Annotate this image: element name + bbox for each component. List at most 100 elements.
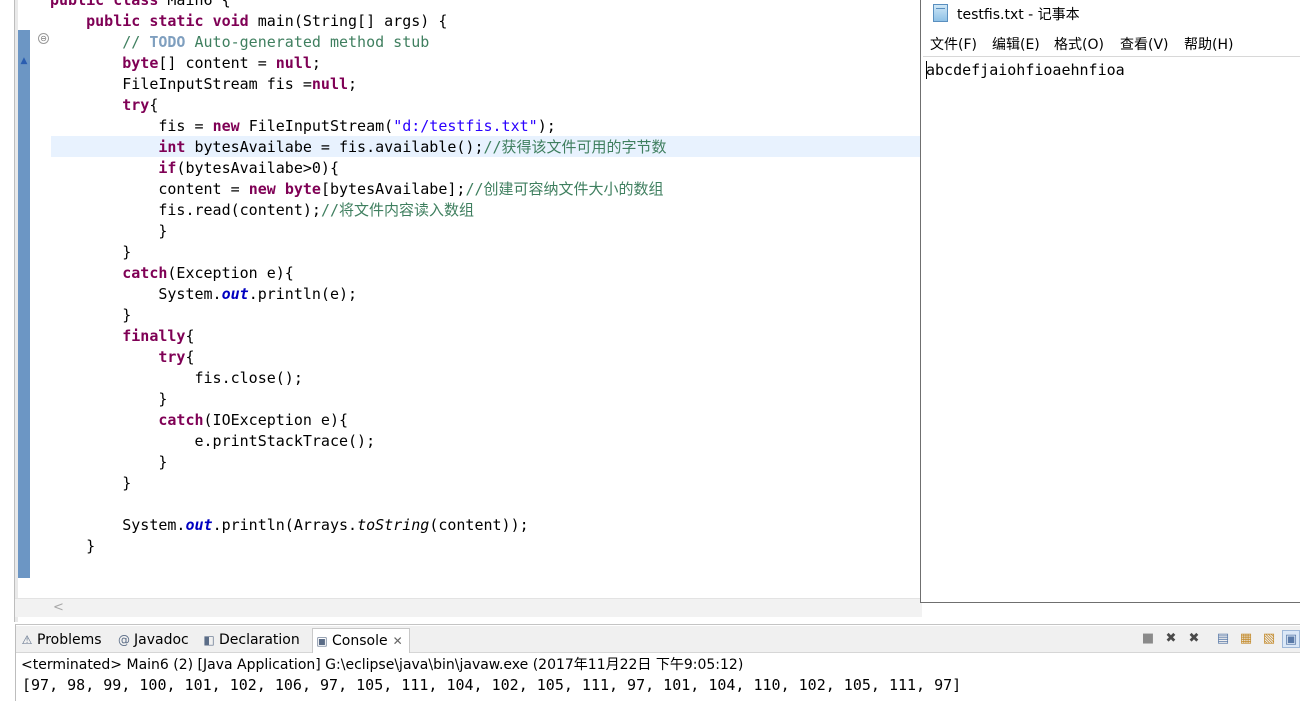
menu-help[interactable]: 帮助(H) [1184, 34, 1233, 54]
override-marker-icon: ▲ [20, 56, 28, 66]
tab-problems[interactable]: ⚠ Problems [20, 628, 102, 652]
code-token: if [158, 159, 177, 177]
notepad-titlebar[interactable]: testfis.txt - 记事本 [921, 0, 1300, 28]
code-line: System.out.println(e); [50, 284, 357, 305]
declaration-icon: ◧ [203, 633, 215, 647]
code-token: fis = [50, 117, 213, 135]
code-token: } [50, 222, 168, 240]
display-selected-console-icon[interactable]: ▣ [1282, 630, 1300, 648]
code-token: new [248, 180, 285, 198]
code-token: (IOException e){ [203, 411, 349, 429]
terminate-icon[interactable]: ■ [1139, 630, 1157, 648]
code-token: .println(Arrays. [212, 516, 358, 534]
code-token: fis.close(); [50, 369, 303, 387]
code-line: public static void main(String[] args) { [50, 11, 447, 32]
code-line: catch(Exception e){ [50, 263, 294, 284]
menu-edit[interactable]: 编辑(E) [992, 34, 1040, 54]
remove-launch-icon[interactable]: ✖ [1162, 630, 1180, 648]
code-token: out [221, 285, 249, 303]
code-token: try [122, 96, 150, 114]
code-token: catch [122, 264, 168, 282]
console-output[interactable]: [97, 98, 99, 100, 101, 102, 106, 97, 105… [22, 676, 961, 694]
code-token: { [185, 348, 195, 366]
console-view: ⚠ Problems @ Javadoc ◧ Declaration ▣ Console… [15, 624, 1300, 701]
notepad-title: testfis.txt - 记事本 [957, 7, 1080, 23]
code-token: } [50, 537, 96, 555]
fold-collapse-icon[interactable]: ⊖ [38, 33, 49, 44]
code-line: // TODO Auto-generated method stub [50, 32, 429, 53]
code-token: ); [537, 117, 556, 135]
close-icon[interactable]: ✕ [393, 634, 403, 648]
code-token: System. [50, 285, 222, 303]
tab-declaration[interactable]: ◧ Declaration [202, 628, 299, 652]
code-token: (bytesAvailabe>0){ [176, 159, 339, 177]
code-token: main(String[] args) { [257, 12, 448, 30]
code-token: (content)); [429, 516, 529, 534]
code-line: content = new byte[bytesAvailabe];//创建可容… [50, 179, 664, 200]
view-tab-bar: ⚠ Problems @ Javadoc ◧ Declaration ▣ Console… [16, 626, 1300, 653]
tab-console[interactable]: ▣ Console ✕ [312, 628, 410, 653]
notepad-window[interactable]: testfis.txt - 记事本 文件(F) 编辑(E) 格式(O) 查看(V… [920, 0, 1300, 603]
code-token: try [158, 348, 186, 366]
code-token: void [212, 12, 258, 30]
code-line: try{ [50, 347, 195, 368]
code-line: } [50, 221, 167, 242]
remove-all-terminated-icon[interactable]: ✖ [1185, 630, 1203, 648]
code-line: try{ [50, 95, 158, 116]
menu-format[interactable]: 格式(O) [1054, 34, 1104, 54]
code-token: //创建可容纳文件大小的数组 [465, 180, 664, 198]
code-editor[interactable]: ⊖ ▲ public class Main6 { public static v… [0, 0, 922, 622]
console-icon: ▣ [316, 634, 328, 648]
word-wrap-icon[interactable]: ▧ [1260, 630, 1278, 648]
tab-label: Javadoc [134, 632, 189, 648]
code-token: FileInputStream( [248, 117, 394, 135]
menu-view[interactable]: 查看(V) [1120, 34, 1169, 54]
horizontal-scrollbar[interactable]: < [15, 598, 922, 617]
code-token: e.printStackTrace(); [50, 432, 376, 450]
code-line: catch(IOException e){ [50, 410, 348, 431]
code-line: public class Main6 { [50, 0, 231, 11]
code-token: static [149, 12, 213, 30]
code-token: } [50, 306, 132, 324]
quick-diff-bar [18, 30, 30, 578]
code-line: finally{ [50, 326, 194, 347]
code-token: public [50, 0, 114, 9]
code-line: e.printStackTrace(); [50, 431, 375, 452]
code-token: [bytesAvailabe]; [320, 180, 466, 198]
code-token: ; [348, 75, 358, 93]
code-token: bytesAvailabe = fis.available(); [194, 138, 484, 156]
code-line: } [50, 305, 131, 326]
menu-file[interactable]: 文件(F) [930, 34, 977, 54]
code-line: int bytesAvailabe = fis.available();//获得… [50, 137, 666, 158]
notepad-app-icon [933, 4, 948, 22]
code-line: System.out.println(Arrays.toString(conte… [50, 515, 529, 536]
code-token: finally [122, 327, 186, 345]
code-line: fis = new FileInputStream("d:/testfis.tx… [50, 116, 556, 137]
code-token: { [149, 96, 159, 114]
code-token: byte [122, 54, 159, 72]
code-token: Main6 { [167, 0, 231, 9]
code-token: (Exception e){ [167, 264, 294, 282]
code-line: fis.close(); [50, 368, 303, 389]
scroll-lock-icon[interactable]: ▦ [1237, 630, 1255, 648]
notepad-text-area[interactable]: abcdefjaiohfioaehnfioa [923, 56, 1300, 602]
code-token: null [275, 54, 312, 72]
code-token: byte [284, 180, 321, 198]
scroll-left-arrow-icon[interactable]: < [53, 599, 69, 617]
code-token: .println(e); [248, 285, 358, 303]
notepad-menubar: 文件(F) 编辑(E) 格式(O) 查看(V) 帮助(H) [921, 30, 1300, 56]
code-token: } [50, 474, 132, 492]
code-token: Auto-generated method stub [185, 33, 430, 51]
code-token: out [185, 516, 213, 534]
code-token: System. [50, 516, 186, 534]
code-token: catch [158, 411, 204, 429]
code-line: } [50, 536, 95, 557]
tab-javadoc[interactable]: @ Javadoc [117, 628, 189, 652]
code-line: fis.read(content);//将文件内容读入数组 [50, 200, 474, 221]
clear-console-icon[interactable]: ▤ [1214, 630, 1232, 648]
